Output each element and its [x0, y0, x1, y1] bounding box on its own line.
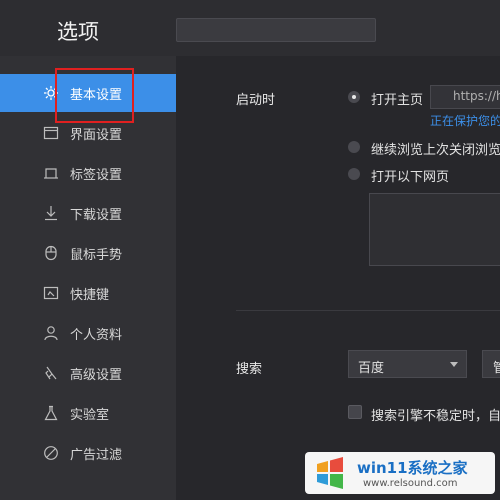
sidebar-item-label: 个人资料 [70, 327, 123, 343]
pages-list-textarea[interactable] [369, 193, 500, 266]
gear-icon [43, 85, 59, 101]
tab-icon [43, 165, 59, 181]
radio-open-pages[interactable] [348, 168, 360, 180]
sidebar-item-label: 界面设置 [70, 127, 123, 143]
sidebar-item-mouse-gestures[interactable]: 鼠标手势 [0, 234, 176, 272]
sidebar-item-label: 鼠标手势 [70, 247, 123, 263]
chevron-down-icon [450, 362, 458, 367]
sidebar-item-advanced-settings[interactable]: 高级设置 [0, 354, 176, 392]
sidebar-item-shortcuts[interactable]: 快捷键 [0, 274, 176, 312]
sidebar-item-label: 广告过滤 [70, 447, 123, 463]
sidebar-item-basic-settings[interactable]: 基本设置 [0, 74, 176, 112]
search-fallback-checkbox[interactable] [348, 405, 362, 419]
watermark: win11系统之家 www.relsound.com [305, 452, 495, 494]
radio-open-homepage[interactable] [348, 91, 360, 103]
title-bar: 选项 [0, 0, 500, 57]
search-engine-value: 百度 [358, 361, 385, 376]
sidebar-item-download-settings[interactable]: 下载设置 [0, 194, 176, 232]
sidebar-item-label: 基本设置 [70, 87, 123, 103]
block-icon [43, 445, 59, 461]
radio-continue-last-session[interactable] [348, 141, 360, 153]
watermark-url: www.relsound.com [363, 478, 458, 489]
startup-label: 启动时 [236, 93, 276, 108]
search-label: 搜索 [236, 362, 263, 377]
download-icon [43, 205, 59, 221]
option-continue-last-session-label: 继续浏览上次关闭浏览 [371, 143, 500, 158]
option-open-homepage-label: 打开主页 [371, 93, 424, 108]
search-input[interactable] [176, 18, 376, 42]
mouse-icon [43, 245, 59, 261]
watermark-title: win11系统之家 [357, 459, 468, 477]
option-open-pages-label: 打开以下网页 [371, 170, 450, 185]
manage-search-engines-button[interactable]: 管 [482, 350, 500, 378]
sidebar-item-profile[interactable]: 个人资料 [0, 314, 176, 352]
homepage-url-field[interactable]: https://h [430, 85, 500, 109]
section-divider [236, 310, 500, 311]
sidebar-item-label: 下载设置 [70, 207, 123, 223]
search-fallback-label: 搜索引擎不稳定时，自 [371, 409, 500, 424]
sidebar-item-label: 实验室 [70, 407, 110, 423]
sidebar-item-tab-settings[interactable]: 标签设置 [0, 154, 176, 192]
sidebar-item-interface-settings[interactable]: 界面设置 [0, 114, 176, 152]
protect-homepage-link[interactable]: 正在保护您的 [430, 112, 500, 129]
page-title: 选项 [57, 20, 99, 44]
watermark-logo-icon [313, 456, 347, 490]
sidebar-item-label: 高级设置 [70, 367, 123, 383]
manage-search-engines-label: 管 [493, 357, 500, 376]
sidebar-item-ad-filter[interactable]: 广告过滤 [0, 434, 176, 472]
sidebar-item-label: 标签设置 [70, 167, 123, 183]
sidebar: 基本设置 界面设置 标签设置 下载设置 鼠标手势 快捷键 个人资料 高级设置 实… [0, 56, 176, 500]
search-engine-select[interactable]: 百度 [348, 350, 467, 378]
flask-icon [43, 405, 59, 421]
advanced-icon [43, 365, 59, 381]
window-icon [43, 125, 59, 141]
user-icon [43, 325, 59, 341]
sidebar-item-label: 快捷键 [70, 287, 110, 303]
sidebar-item-lab[interactable]: 实验室 [0, 394, 176, 432]
shortcut-icon [43, 285, 59, 301]
